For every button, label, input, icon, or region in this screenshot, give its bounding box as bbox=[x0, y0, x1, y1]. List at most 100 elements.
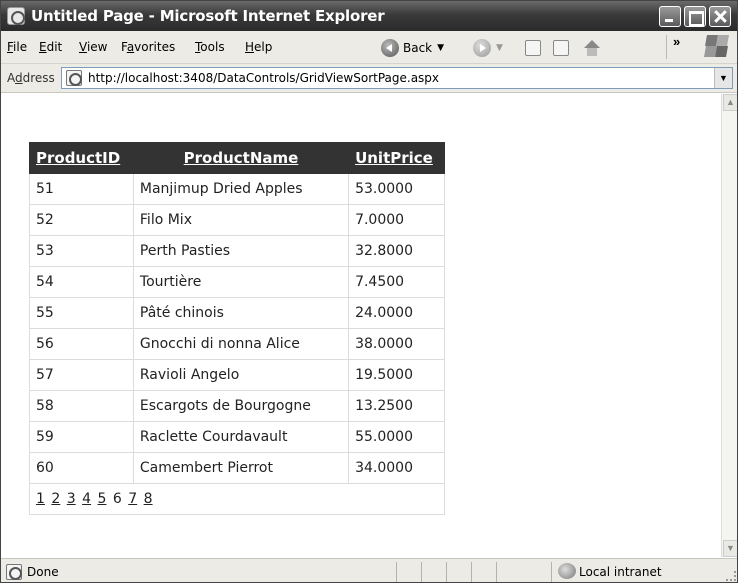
table-row: 60 Camembert Pierrot 34.0000 bbox=[29, 452, 445, 484]
sort-productname-link[interactable]: ProductName bbox=[132, 142, 350, 174]
unit-price-cell: 53.0000 bbox=[348, 173, 445, 205]
table-row: 54 Tourtière 7.4500 bbox=[29, 266, 445, 298]
product-name-cell: Ravioli Angelo bbox=[132, 359, 350, 391]
minimize-button[interactable] bbox=[659, 6, 681, 27]
table-row: 51 Manjimup Dried Apples 53.0000 bbox=[29, 173, 445, 205]
current-page: 6 bbox=[112, 491, 122, 507]
product-name-cell: Perth Pasties bbox=[132, 235, 350, 267]
stop-icon bbox=[525, 40, 541, 56]
sort-productid-link[interactable]: ProductID bbox=[29, 142, 134, 174]
table-row: 58 Escargots de Bourgogne 13.2500 bbox=[29, 390, 445, 422]
security-zone: Local intranet bbox=[579, 565, 662, 579]
status-text: Done bbox=[27, 565, 59, 579]
unit-price-cell: 34.0000 bbox=[348, 452, 445, 484]
sort-unitprice-link[interactable]: UnitPrice bbox=[348, 142, 445, 174]
page-content: ProductID ProductName UnitPrice 51 Manji… bbox=[1, 94, 721, 557]
back-arrow-icon bbox=[381, 39, 399, 57]
address-label: Address bbox=[7, 71, 55, 85]
page-done-icon bbox=[6, 564, 22, 580]
product-id-cell: 60 bbox=[29, 452, 134, 484]
product-name-cell: Escargots de Bourgogne bbox=[132, 390, 350, 422]
product-id-cell: 57 bbox=[29, 359, 134, 391]
address-dropdown-button[interactable]: ▼ bbox=[714, 68, 732, 88]
unit-price-cell: 24.0000 bbox=[348, 297, 445, 329]
status-divider bbox=[446, 562, 447, 582]
toolbar-overflow-button[interactable]: » bbox=[673, 34, 680, 49]
menu-toolbar-area: File Edit View Favorites Tools Help Back… bbox=[1, 31, 737, 93]
unit-price-cell: 19.5000 bbox=[348, 359, 445, 391]
unit-price-cell: 32.8000 bbox=[348, 235, 445, 267]
product-id-cell: 58 bbox=[29, 390, 134, 422]
menu-help[interactable]: Help bbox=[245, 40, 272, 54]
maximize-button[interactable] bbox=[684, 6, 706, 27]
product-name-cell: Manjimup Dried Apples bbox=[132, 173, 350, 205]
product-name-cell: Gnocchi di nonna Alice bbox=[132, 328, 350, 360]
page-link-8[interactable]: 8 bbox=[144, 491, 153, 507]
unit-price-cell: 13.2500 bbox=[348, 390, 445, 422]
close-button[interactable] bbox=[709, 6, 731, 27]
table-row: 59 Raclette Courdavault 55.0000 bbox=[29, 421, 445, 453]
product-id-cell: 56 bbox=[29, 328, 134, 360]
table-row: 55 Pâté chinois 24.0000 bbox=[29, 297, 445, 329]
status-divider bbox=[421, 562, 422, 582]
menu-view[interactable]: View bbox=[79, 40, 107, 54]
table-row: 57 Ravioli Angelo 19.5000 bbox=[29, 359, 445, 391]
toolbar-separator bbox=[666, 35, 667, 59]
page-link-5[interactable]: 5 bbox=[98, 491, 107, 507]
address-url[interactable]: http://localhost:3408/DataControls/GridV… bbox=[88, 71, 439, 85]
scroll-up-button[interactable]: ▲ bbox=[723, 94, 737, 111]
menu-edit[interactable]: Edit bbox=[39, 40, 62, 54]
page-link-4[interactable]: 4 bbox=[82, 491, 91, 507]
product-name-cell: Raclette Courdavault bbox=[132, 421, 350, 453]
product-name-cell: Tourtière bbox=[132, 266, 350, 298]
home-icon bbox=[583, 40, 601, 56]
vertical-scrollbar[interactable]: ▲ ▼ bbox=[721, 94, 737, 557]
window-title: Untitled Page - Microsoft Internet Explo… bbox=[31, 7, 385, 25]
unit-price-cell: 55.0000 bbox=[348, 421, 445, 453]
menu-file[interactable]: File bbox=[7, 40, 27, 54]
forward-button[interactable]: ▼ bbox=[473, 36, 503, 60]
back-button[interactable]: Back ▼ bbox=[381, 36, 444, 60]
table-row: 56 Gnocchi di nonna Alice 38.0000 bbox=[29, 328, 445, 360]
status-divider bbox=[496, 562, 497, 582]
ie-icon[interactable] bbox=[7, 7, 25, 25]
product-id-cell: 53 bbox=[29, 235, 134, 267]
address-bar: Address http://localhost:3408/DataContro… bbox=[1, 63, 737, 91]
product-id-cell: 59 bbox=[29, 421, 134, 453]
menu-tools[interactable]: Tools bbox=[195, 40, 225, 54]
product-id-cell: 55 bbox=[29, 297, 134, 329]
scroll-down-button[interactable]: ▼ bbox=[723, 540, 737, 557]
page-link-1[interactable]: 1 bbox=[36, 491, 45, 507]
page-link-3[interactable]: 3 bbox=[67, 491, 76, 507]
product-name-cell: Camembert Pierrot bbox=[132, 452, 350, 484]
home-button[interactable] bbox=[583, 36, 601, 60]
chevron-down-icon: ▼ bbox=[496, 43, 503, 53]
products-gridview: ProductID ProductName UnitPrice 51 Manji… bbox=[29, 142, 445, 515]
address-input[interactable]: http://localhost:3408/DataControls/GridV… bbox=[61, 67, 733, 89]
page-link-7[interactable]: 7 bbox=[128, 491, 137, 507]
menu-favorites[interactable]: Favorites bbox=[121, 40, 175, 54]
refresh-button[interactable] bbox=[553, 36, 569, 60]
product-name-cell: Filo Mix bbox=[132, 204, 350, 236]
windows-logo-icon bbox=[703, 33, 729, 59]
product-id-cell: 52 bbox=[29, 204, 134, 236]
table-row: 53 Perth Pasties 32.8000 bbox=[29, 235, 445, 267]
unit-price-cell: 7.0000 bbox=[348, 204, 445, 236]
page-link-2[interactable]: 2 bbox=[51, 491, 60, 507]
status-bar: Done Local intranet bbox=[1, 558, 737, 582]
pager: 1 2 3 4 5 6 7 8 bbox=[29, 483, 445, 515]
product-name-cell: Pâté chinois bbox=[132, 297, 350, 329]
status-divider bbox=[551, 562, 552, 582]
resize-grip[interactable] bbox=[726, 571, 736, 581]
unit-price-cell: 7.4500 bbox=[348, 266, 445, 298]
status-divider bbox=[396, 562, 397, 582]
forward-arrow-icon bbox=[473, 39, 491, 57]
page-icon bbox=[66, 70, 82, 86]
table-row: 52 Filo Mix 7.0000 bbox=[29, 204, 445, 236]
refresh-icon bbox=[553, 40, 569, 56]
status-divider bbox=[471, 562, 472, 582]
stop-button[interactable] bbox=[525, 36, 541, 60]
chevron-down-icon: ▼ bbox=[437, 43, 445, 53]
unit-price-cell: 38.0000 bbox=[348, 328, 445, 360]
title-bar[interactable]: Untitled Page - Microsoft Internet Explo… bbox=[1, 1, 737, 31]
